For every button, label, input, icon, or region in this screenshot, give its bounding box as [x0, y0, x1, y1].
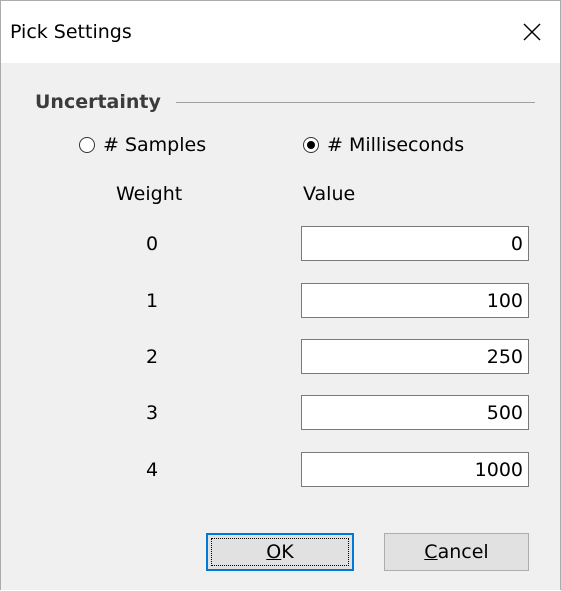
value-input-0[interactable] — [301, 226, 529, 261]
milliseconds-radio-label: # Milliseconds — [327, 134, 465, 156]
pick-settings-dialog: Pick Settings Uncertainty # Samples # Mi… — [0, 0, 561, 590]
weight-column-header: Weight — [116, 183, 183, 205]
radio-checked-icon — [303, 137, 319, 153]
window-title: Pick Settings — [10, 21, 132, 43]
samples-radio[interactable]: # Samples — [79, 132, 206, 158]
weight-label-2: 2 — [145, 346, 159, 368]
value-input-3[interactable] — [301, 395, 529, 430]
weight-label-1: 1 — [145, 290, 159, 312]
value-input-2[interactable] — [301, 339, 529, 374]
value-input-4[interactable] — [301, 452, 529, 487]
title-bar: Pick Settings — [1, 1, 560, 63]
milliseconds-radio[interactable]: # Milliseconds — [303, 132, 464, 158]
value-input-1[interactable] — [301, 283, 529, 318]
weight-label-3: 3 — [145, 402, 159, 424]
close-button[interactable] — [504, 1, 560, 63]
cancel-button[interactable]: Cancel — [384, 533, 529, 571]
focus-rect — [211, 538, 349, 566]
group-divider — [176, 102, 535, 103]
weight-label-4: 4 — [145, 459, 159, 481]
cancel-button-label: Cancel — [424, 541, 489, 563]
close-icon — [523, 23, 541, 41]
uncertainty-group-label: Uncertainty — [35, 91, 161, 113]
samples-radio-label: # Samples — [103, 134, 207, 156]
value-column-header: Value — [303, 183, 356, 205]
weight-label-0: 0 — [145, 233, 159, 255]
ok-button[interactable]: OK — [206, 533, 354, 571]
radio-unchecked-icon — [79, 137, 95, 153]
